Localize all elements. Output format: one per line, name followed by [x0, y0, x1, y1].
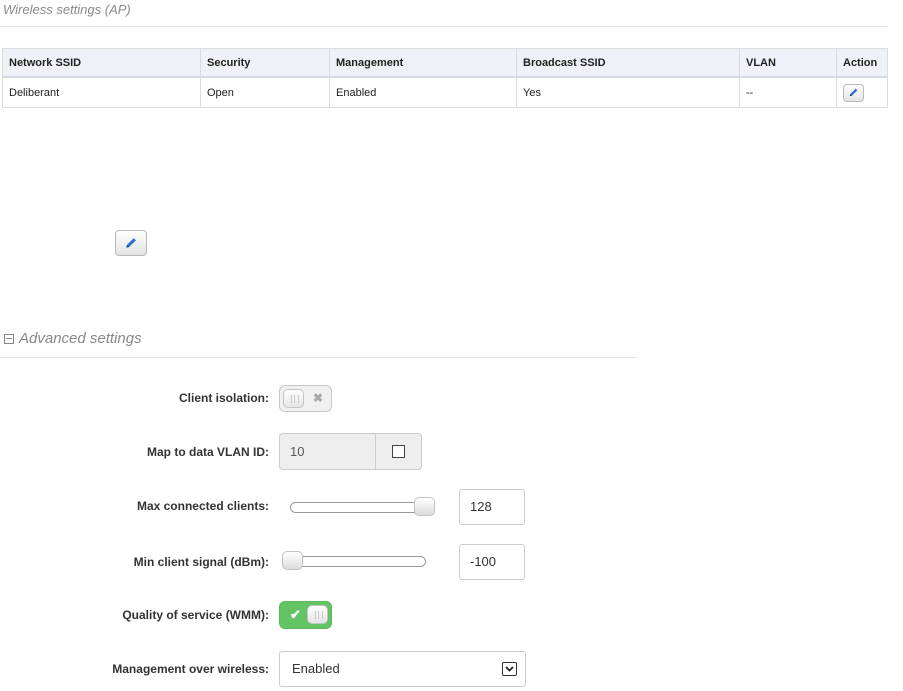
col-network-ssid: Network SSID [2, 48, 201, 78]
pencil-icon [126, 238, 136, 248]
chevron-down-icon [502, 662, 517, 676]
minus-square-icon [4, 333, 14, 344]
cell-broadcast: Yes [516, 76, 740, 108]
x-icon: ✖ [313, 391, 324, 405]
cell-management: Enabled [329, 76, 517, 108]
cell-action [836, 76, 888, 108]
cell-vlan: -- [739, 76, 837, 108]
vlan-id-field: 10 [279, 433, 422, 470]
toggle-knob [283, 389, 304, 408]
max-clients-slider-handle[interactable] [414, 497, 435, 516]
client-isolation-toggle[interactable]: ✖ [279, 385, 332, 412]
section-title-wireless-ap: Wireless settings (AP) [3, 2, 131, 17]
mgmt-wireless-label: Management over wireless: [112, 662, 269, 676]
qos-toggle[interactable]: ✔ [279, 601, 332, 629]
qos-label: Quality of service (WMM): [122, 608, 269, 622]
divider [0, 26, 888, 27]
vlan-id-checkbox[interactable] [392, 445, 405, 458]
divider [0, 357, 637, 358]
advanced-settings-title: Advanced settings [19, 330, 142, 347]
min-signal-input[interactable]: -100 [459, 544, 525, 580]
client-isolation-label: Client isolation: [179, 391, 269, 405]
edit-button[interactable] [115, 230, 147, 256]
max-clients-input[interactable]: 128 [459, 489, 525, 525]
advanced-settings-toggle[interactable]: Advanced settings [4, 330, 142, 347]
max-clients-label: Max connected clients: [136, 499, 269, 513]
min-signal-slider[interactable] [285, 556, 426, 567]
check-icon: ✔ [290, 607, 301, 622]
table-row: Deliberant Open Enabled Yes -- [2, 76, 888, 108]
max-clients-slider[interactable] [290, 502, 433, 513]
col-action: Action [836, 48, 888, 78]
min-signal-label: Min client signal (dBm): [133, 555, 269, 569]
pencil-icon [849, 88, 858, 97]
row-edit-button[interactable] [843, 83, 864, 102]
col-vlan: VLAN [739, 48, 837, 78]
cell-ssid: Deliberant [2, 76, 201, 108]
ap-network-table: Network SSID Security Management Broadca… [2, 48, 888, 108]
mgmt-wireless-value: Enabled [292, 661, 340, 676]
toggle-knob [307, 605, 328, 624]
vlan-id-checkbox-wrap [375, 434, 421, 469]
cell-security: Open [200, 76, 330, 108]
mgmt-wireless-select[interactable]: Enabled [279, 651, 526, 687]
vlan-id-input[interactable]: 10 [280, 434, 375, 469]
col-management: Management [329, 48, 517, 78]
min-signal-slider-handle[interactable] [282, 551, 303, 570]
col-broadcast-ssid: Broadcast SSID [516, 48, 740, 78]
table-header-row: Network SSID Security Management Broadca… [2, 48, 888, 78]
vlan-id-label: Map to data VLAN ID: [147, 445, 269, 459]
col-security: Security [200, 48, 330, 78]
